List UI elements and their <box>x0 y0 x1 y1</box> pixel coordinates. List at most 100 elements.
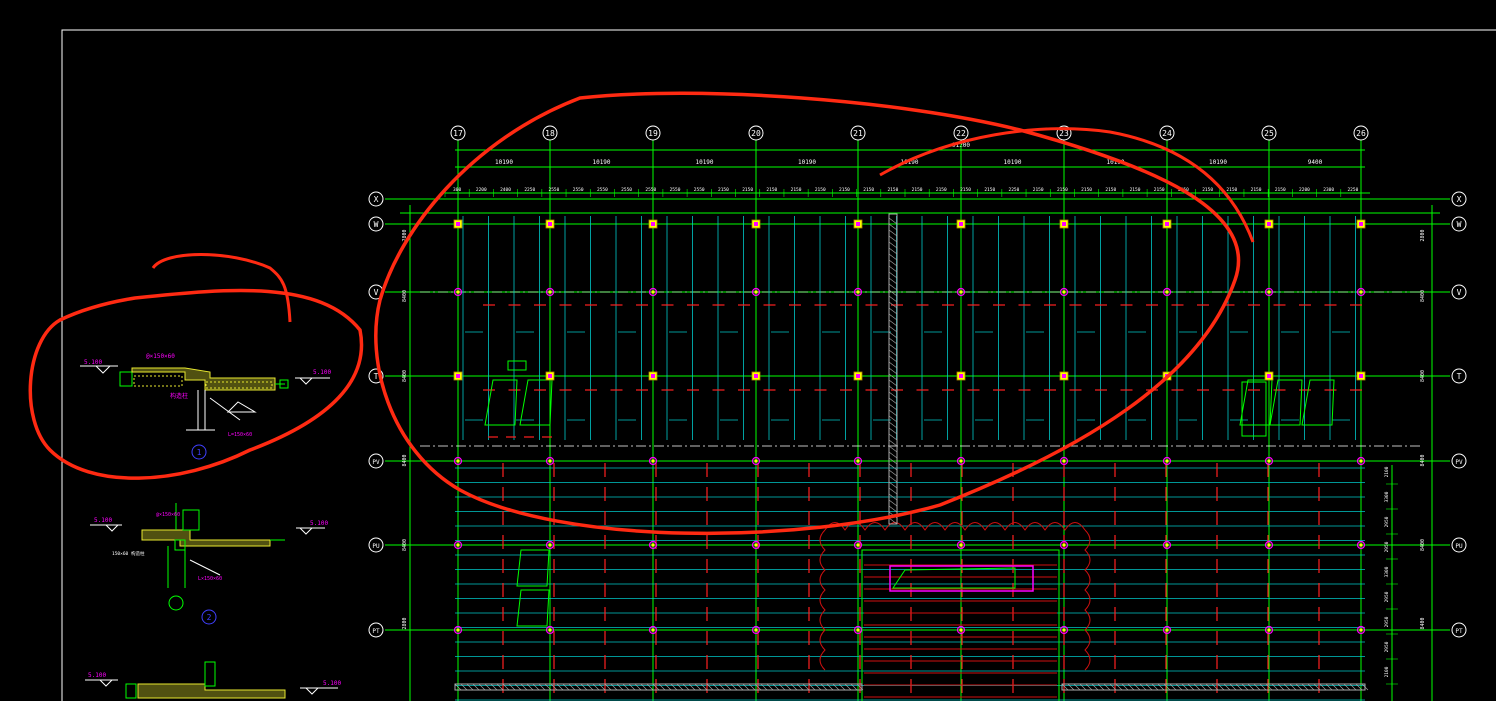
dimension-rib: 2550 <box>597 187 608 193</box>
column-core <box>856 222 860 226</box>
edge-beam-hatch <box>658 683 666 691</box>
edge-beam-hatch <box>664 683 672 691</box>
edge-beam-hatch <box>676 683 684 691</box>
column-post-core <box>456 628 460 632</box>
dimension-rib: 2150 <box>984 187 995 193</box>
joint-hatch <box>888 229 898 237</box>
edge-beam-hatch <box>1319 683 1327 691</box>
joint-hatch <box>888 385 898 393</box>
dimension-rib: 2250 <box>524 187 535 193</box>
dimension-row-right: 2800 <box>1420 229 1426 241</box>
detail-2-left-level: 5.100 <box>94 517 112 524</box>
edge-beam-hatch <box>1253 683 1261 691</box>
joint-hatch <box>888 337 898 345</box>
joint-hatch <box>888 265 898 273</box>
edge-beam-hatch <box>1307 683 1315 691</box>
edge-beam-hatch <box>472 683 480 691</box>
column-post-core <box>548 628 552 632</box>
grid-bubble-column-label: 17 <box>453 129 463 138</box>
edge-beam-hatch <box>1097 683 1105 691</box>
dimension-small-right: 2100 <box>1384 666 1390 677</box>
column-post-core <box>856 459 860 463</box>
column-post-core <box>959 543 963 547</box>
grid-bubble-column-label: 24 <box>1162 129 1172 138</box>
column-post-core <box>456 459 460 463</box>
grid-bubble-row-label: V <box>374 288 379 297</box>
edge-beam-hatch <box>1073 683 1081 691</box>
dimension-small-right: 2950 <box>1384 616 1390 627</box>
edge-beam-hatch <box>1079 683 1087 691</box>
edge-beam-hatch <box>796 683 804 691</box>
column-core <box>1165 222 1169 226</box>
joint-hatch <box>888 235 898 243</box>
detail-1: 5.100 5.100 @×150×60 构造柱 L=150×60 1 <box>80 353 331 460</box>
grid-bubble-row-label: X <box>1457 195 1462 204</box>
detail-1-right-level: 5.100 <box>313 369 331 376</box>
detail-2-right-level: 5.100 <box>310 520 328 527</box>
grid-bubble-row-label: PU <box>372 543 380 550</box>
edge-beam-hatch <box>1181 683 1189 691</box>
joint-hatch <box>888 499 898 507</box>
dimension-rib: 2250 <box>1347 187 1358 193</box>
edge-beam-hatch <box>682 683 690 691</box>
edge-beam-hatch <box>1349 683 1357 691</box>
column-post-core <box>1359 543 1363 547</box>
joint-hatch <box>888 343 898 351</box>
cad-drawing-canvas[interactable]: 5.100 5.100 @×150×60 构造柱 L=150×60 1 5.10… <box>0 0 1496 701</box>
edge-beam-hatch <box>1301 683 1309 691</box>
grid-bubble-row-label: T <box>1457 372 1462 381</box>
edge-beam-hatch <box>670 683 678 691</box>
column-post-core <box>651 543 655 547</box>
grid-bubble-column-label: 19 <box>648 129 658 138</box>
joint-hatch <box>888 217 898 225</box>
dimension-rib: 2150 <box>1275 187 1286 193</box>
column-post-core <box>754 459 758 463</box>
joint-hatch <box>888 355 898 363</box>
dimension-row-right: 8400 <box>1420 617 1426 629</box>
structural-plan <box>385 147 1450 701</box>
opening-shaft <box>519 379 553 426</box>
column-core <box>548 222 552 226</box>
edge-beam-hatch <box>622 683 630 691</box>
edge-beam-hatch <box>1061 683 1069 691</box>
edge-beam-hatch <box>634 683 642 691</box>
edge-beam-hatch <box>1121 683 1129 691</box>
edge-beam-hatch <box>778 683 786 691</box>
edge-beam-hatch <box>712 683 720 691</box>
column-post-core <box>754 290 758 294</box>
column-core <box>959 222 963 226</box>
opening-shaft <box>1239 379 1273 426</box>
dimension-rib: 2150 <box>742 187 753 193</box>
grid-bubble-row-label: PU <box>1455 543 1463 550</box>
detail-3-left-level: 5.100 <box>88 672 106 679</box>
edge-beam-hatch <box>466 683 474 691</box>
joint-hatch <box>888 271 898 279</box>
opening-shaft <box>516 589 550 627</box>
dimension-rib: 2150 <box>1033 187 1044 193</box>
edge-beam-hatch <box>1277 683 1285 691</box>
small-opening <box>507 360 527 371</box>
dimension-rib: 2200 <box>1299 187 1310 193</box>
edge-beam-hatch <box>1331 683 1339 691</box>
grid-bubble-column-label: 26 <box>1356 129 1366 138</box>
column-post-core <box>1062 459 1066 463</box>
dimension-small-right: 3300 <box>1384 491 1390 502</box>
column-post-core <box>651 290 655 294</box>
edge-beam-hatch <box>1283 683 1291 691</box>
detail-1-top-note: @×150×60 <box>146 353 175 360</box>
edge-beam-hatch <box>844 683 852 691</box>
dimension-rib: 2150 <box>718 187 729 193</box>
detail-2-mid-note: L×150×60 <box>198 576 222 582</box>
edge-beam-hatch <box>1139 683 1147 691</box>
edge-beam-hatch <box>508 683 516 691</box>
grid-bubble-column-label: 22 <box>956 129 966 138</box>
column-post-core <box>548 290 552 294</box>
dimension-rib: 2150 <box>887 187 898 193</box>
edge-beam-hatch <box>790 683 798 691</box>
detail-2: 5.100 5.100 @×150×60 L×150×60 150×60 构造柱… <box>90 503 328 625</box>
grid-bubble-row-label: PT <box>372 628 380 635</box>
dimension-bay: 9400 <box>1308 159 1323 166</box>
column-core <box>651 222 655 226</box>
edge-beam-hatch <box>700 683 708 691</box>
edge-beam-hatch <box>1085 683 1093 691</box>
